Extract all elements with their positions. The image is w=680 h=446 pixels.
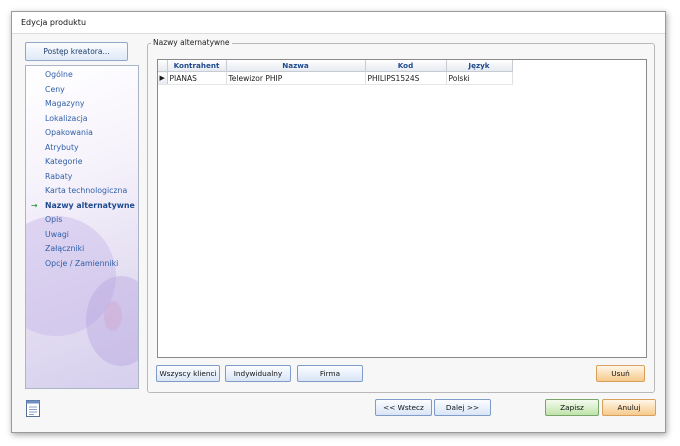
sidebar-item-karta-technologiczna[interactable]: Karta technologiczna [26,184,138,199]
wizard-progress-button[interactable]: Postęp kreatora... [25,42,128,61]
individual-button[interactable]: Indywidualny [225,365,291,382]
sidebar-item-rabaty[interactable]: Rabaty [26,170,138,185]
sidebar-item-label: Atrybuty [45,142,79,152]
current-step-arrow-icon: → [31,200,38,210]
group-title: Nazwy alternatywne [151,38,232,47]
grid-table: Kontrahent Nazwa Kod Język ▶ PIANAS Tele… [158,60,513,85]
sidebar-item-ogolne[interactable]: Ogólne [26,68,138,83]
sidebar-decoration [104,301,122,331]
next-button[interactable]: Dalej >> [434,399,491,416]
alternative-names-group: Nazwy alternatywne Kontrahent Nazwa Kod … [147,38,655,393]
company-button[interactable]: Firma [297,365,363,382]
row-indicator-icon: ▶ [158,71,168,85]
sidebar-item-atrybuty[interactable]: Atrybuty [26,141,138,156]
cell-jezyk[interactable]: Polski [446,71,513,85]
sidebar-item-ceny[interactable]: Ceny [26,83,138,98]
sidebar-item-uwagi[interactable]: Uwagi [26,228,138,243]
sidebar-item-label: Lokalizacja [45,113,88,123]
sidebar-item-magazyny[interactable]: Magazyny [26,97,138,112]
note-icon[interactable] [26,400,40,417]
cell-kontrahent[interactable]: PIANAS [167,71,227,85]
sidebar-item-label: Ceny [45,84,65,94]
cancel-button[interactable]: Anuluj [602,399,656,416]
alternative-names-grid[interactable]: Kontrahent Nazwa Kod Język ▶ PIANAS Tele… [157,59,647,358]
grid-header-row: Kontrahent Nazwa Kod Język [158,60,513,72]
column-header-jezyk[interactable]: Język [446,60,513,72]
title-bar: Edycja produktu [12,12,665,34]
sidebar-item-label: Nazwy alternatywne [45,200,135,210]
sidebar-item-lokalizacja[interactable]: Lokalizacja [26,112,138,127]
save-button[interactable]: Zapisz [545,399,599,416]
sidebar-item-kategorie[interactable]: Kategorie [26,155,138,170]
sidebar-item-label: Rabaty [45,171,73,181]
cell-kod[interactable]: PHILIPS1524S [365,71,447,85]
wizard-step-sidebar: Ogólne Ceny Magazyny Lokalizacja Opakowa… [25,65,139,389]
column-header-kod[interactable]: Kod [365,60,447,72]
sidebar-item-label: Opcje / Zamienniki [45,258,119,268]
sidebar-item-label: Magazyny [45,99,85,108]
product-edit-window: Edycja produktu Postęp kreatora... Ogóln… [11,11,666,433]
sidebar-item-nazwy-alternatywne[interactable]: → Nazwy alternatywne [26,199,138,214]
sidebar-item-opcje-zamienniki[interactable]: Opcje / Zamienniki [26,257,138,272]
sidebar-item-zalaczniki[interactable]: Załączniki [26,242,138,257]
table-row[interactable]: ▶ PIANAS Telewizor PHIP PHILIPS1524S Pol… [158,71,513,85]
window-title: Edycja produktu [21,18,87,27]
wizard-steps-list: Ogólne Ceny Magazyny Lokalizacja Opakowa… [26,68,138,271]
sidebar-item-opis[interactable]: Opis [26,213,138,228]
delete-button[interactable]: Usuń [596,365,645,382]
column-header-nazwa[interactable]: Nazwa [226,60,366,72]
sidebar-item-label: Ogólne [45,70,73,79]
column-header-kontrahent[interactable]: Kontrahent [167,60,227,72]
grid-corner [158,60,168,72]
sidebar-item-label: Załączniki [45,244,85,253]
sidebar-item-label: Uwagi [45,229,69,239]
back-button[interactable]: << Wstecz [375,399,432,416]
sidebar-item-label: Opis [45,215,63,224]
all-clients-button[interactable]: Wszyscy klienci [156,365,220,382]
sidebar-item-label: Kategorie [45,157,83,166]
sidebar-item-opakowania[interactable]: Opakowania [26,126,138,141]
sidebar-item-label: Opakowania [45,128,93,137]
sidebar-item-label: Karta technologiczna [45,186,128,195]
cell-nazwa[interactable]: Telewizor PHIP [226,71,366,85]
